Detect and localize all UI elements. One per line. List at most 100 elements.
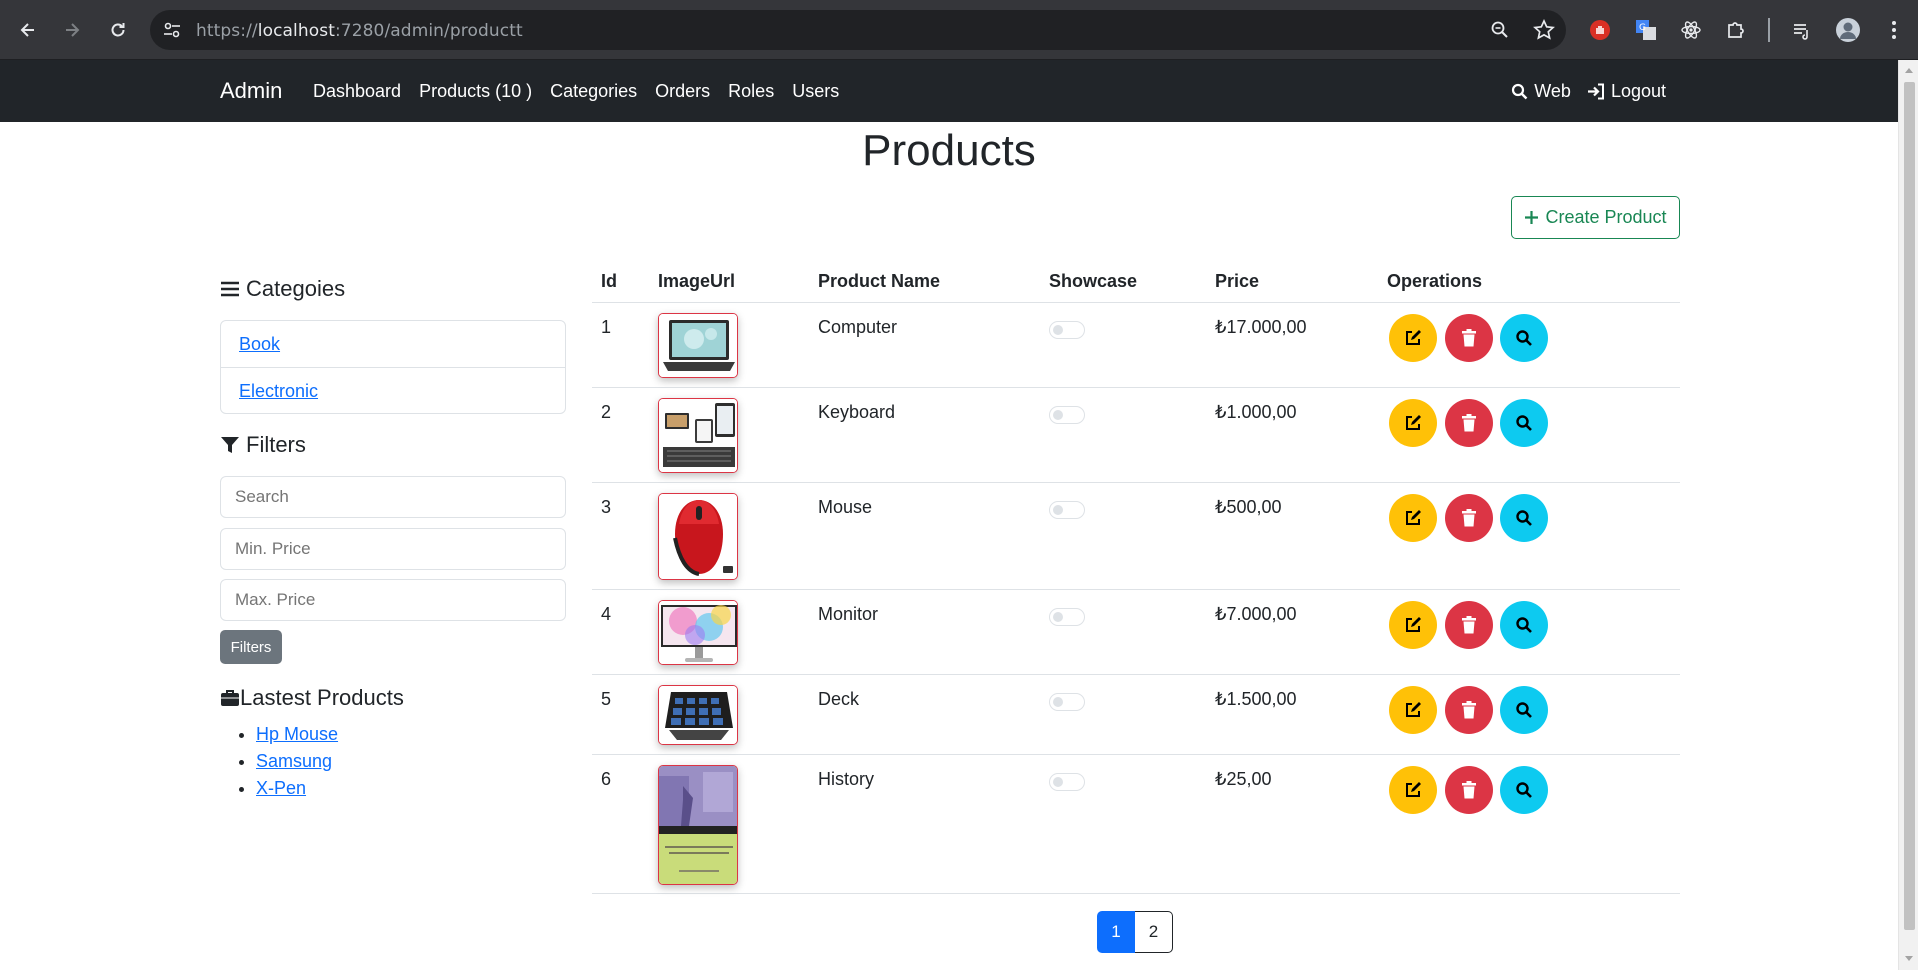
trash-icon (1462, 414, 1476, 432)
reading-list-icon[interactable] (1788, 16, 1816, 44)
row-product-name: Deck (818, 689, 860, 709)
scrollbar-thumb[interactable] (1904, 82, 1915, 930)
details-button[interactable] (1500, 399, 1548, 447)
trash-icon (1462, 616, 1476, 634)
address-bar[interactable]: https://localhost:7280/admin/productt (150, 10, 1566, 50)
details-button[interactable] (1500, 686, 1548, 734)
nav-link-categories[interactable]: Categories (550, 81, 637, 102)
table-row: 2 Keyboard ₺1.000,00 (592, 388, 1680, 483)
nav-link-dashboard[interactable]: Dashboard (313, 81, 401, 102)
logout-link-label: Logout (1610, 81, 1666, 101)
create-product-button[interactable]: Create Product (1511, 196, 1680, 239)
row-id: 6 (601, 769, 612, 789)
edit-button[interactable] (1389, 494, 1437, 542)
row-id: 2 (601, 402, 612, 422)
nav-link-roles[interactable]: Roles (728, 81, 774, 102)
site-settings-icon[interactable] (160, 19, 184, 41)
react-devtools-icon[interactable] (1677, 16, 1705, 44)
browser-menu-icon[interactable] (1880, 16, 1908, 44)
latest-product-link[interactable]: Samsung (256, 751, 332, 771)
back-arrow-icon[interactable] (14, 16, 42, 44)
briefcase-icon (221, 690, 239, 706)
profile-avatar-icon[interactable] (1834, 16, 1862, 44)
details-button[interactable] (1500, 766, 1548, 814)
details-button[interactable] (1500, 314, 1548, 362)
list-item: X-Pen (256, 775, 338, 802)
scroll-up-arrow-icon[interactable] (1905, 68, 1913, 73)
svg-text:G: G (1639, 23, 1646, 33)
edit-icon (1406, 330, 1421, 345)
latest-product-link[interactable]: X-Pen (256, 778, 306, 798)
edit-icon (1406, 617, 1421, 632)
category-list: Book Electronic (220, 320, 566, 414)
row-id: 1 (601, 317, 612, 337)
row-price: ₺7.000,00 (1215, 604, 1297, 624)
nav-link-products[interactable]: Products (10 ) (419, 81, 532, 102)
details-button[interactable] (1500, 601, 1548, 649)
row-id: 4 (601, 604, 612, 624)
logout-link[interactable]: Logout (1587, 81, 1666, 102)
filters-heading-text: Filters (246, 432, 306, 457)
brand-link[interactable]: Admin (220, 78, 282, 104)
web-link[interactable]: Web (1511, 81, 1571, 102)
nav-links: Dashboard Products (10 ) Categories Orde… (313, 81, 839, 102)
categories-heading: Categoies (220, 276, 345, 302)
showcase-toggle[interactable] (1049, 406, 1085, 424)
trash-icon (1462, 329, 1476, 347)
category-link-electronic[interactable]: Electronic (221, 367, 565, 413)
nav-link-users[interactable]: Users (792, 81, 839, 102)
row-product-name: Mouse (818, 497, 873, 517)
edit-button[interactable] (1389, 686, 1437, 734)
showcase-toggle[interactable] (1049, 501, 1085, 519)
row-product-name: Monitor (818, 604, 879, 624)
table-row: 5 Deck ₺1.500,00 (592, 675, 1680, 755)
reload-icon[interactable] (104, 16, 132, 44)
showcase-toggle[interactable] (1049, 608, 1085, 626)
delete-button[interactable] (1445, 601, 1493, 649)
edit-icon (1406, 782, 1421, 797)
latest-product-link[interactable]: Hp Mouse (256, 724, 338, 744)
stop-hand-extension-icon[interactable] (1586, 16, 1614, 44)
scroll-down-arrow-icon[interactable] (1905, 956, 1913, 961)
search-input[interactable] (220, 476, 566, 518)
showcase-toggle[interactable] (1049, 321, 1085, 339)
list-item: Hp Mouse (256, 721, 338, 748)
product-thumbnail-keyboard (658, 398, 738, 473)
edit-button[interactable] (1389, 399, 1437, 447)
create-product-label: Create Product (1545, 207, 1667, 227)
page-scrollbar[interactable] (1898, 60, 1918, 970)
edit-button[interactable] (1389, 766, 1437, 814)
apply-filters-button[interactable]: Filters (220, 630, 282, 664)
showcase-toggle[interactable] (1049, 693, 1085, 711)
delete-button[interactable] (1445, 766, 1493, 814)
edit-icon (1406, 510, 1421, 525)
max-price-input[interactable] (220, 579, 566, 621)
search-icon (1516, 617, 1532, 633)
nav-link-orders[interactable]: Orders (655, 81, 710, 102)
category-link-book[interactable]: Book (221, 321, 565, 367)
product-thumbnail-laptop (658, 313, 738, 378)
edit-button[interactable] (1389, 314, 1437, 362)
delete-button[interactable] (1445, 686, 1493, 734)
row-price: ₺17.000,00 (1215, 317, 1307, 337)
bars-icon (221, 281, 239, 297)
showcase-toggle[interactable] (1049, 773, 1085, 791)
edit-icon (1406, 415, 1421, 430)
table-header: Id ImageUrl Product Name Showcase Price … (592, 265, 1680, 303)
zoom-icon[interactable] (1488, 19, 1512, 41)
filters-heading: Filters (220, 432, 306, 458)
delete-button[interactable] (1445, 399, 1493, 447)
forward-arrow-icon[interactable] (58, 16, 86, 44)
min-price-input[interactable] (220, 528, 566, 570)
page-link-2[interactable]: 2 (1135, 911, 1173, 953)
delete-button[interactable] (1445, 314, 1493, 362)
translate-extension-icon[interactable]: G (1632, 16, 1660, 44)
trash-icon (1462, 781, 1476, 799)
delete-button[interactable] (1445, 494, 1493, 542)
row-price: ₺25,00 (1215, 769, 1272, 789)
edit-button[interactable] (1389, 601, 1437, 649)
extensions-puzzle-icon[interactable] (1722, 16, 1750, 44)
details-button[interactable] (1500, 494, 1548, 542)
bookmark-star-icon[interactable] (1532, 19, 1556, 41)
page-link-1[interactable]: 1 (1097, 911, 1135, 953)
